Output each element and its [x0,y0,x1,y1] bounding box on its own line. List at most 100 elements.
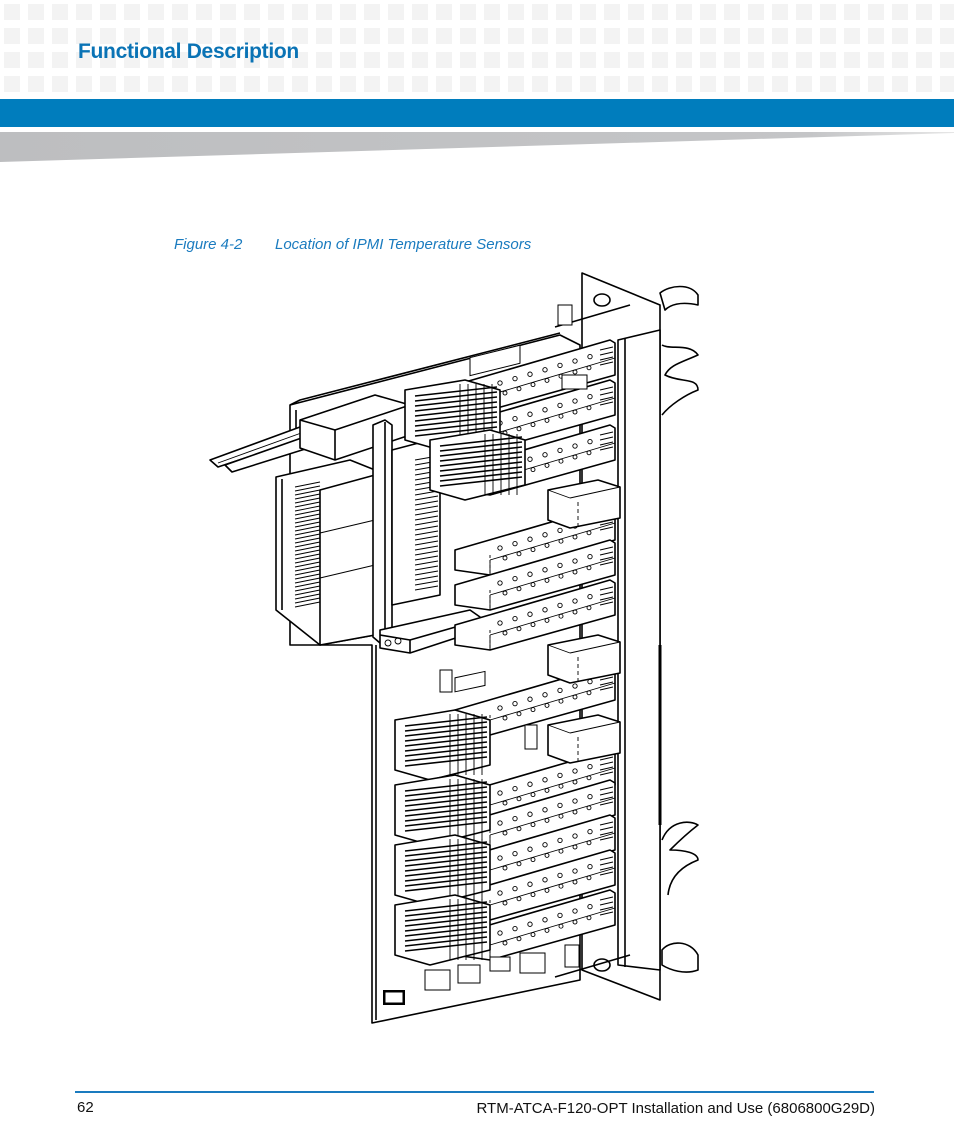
header-pattern-square [940,52,954,68]
header-pattern-square [388,76,404,92]
header-pattern-square [724,4,740,20]
header-pattern-square [724,76,740,92]
temperature-sensor-block [547,634,621,684]
header-pattern-square [532,28,548,44]
temperature-sensor-block [547,714,621,764]
header-pattern-square [340,52,356,68]
header-pattern-square [796,76,812,92]
header-pattern-square [604,52,620,68]
header-pattern-square [484,28,500,44]
header-blue-band [0,99,954,127]
figure-title: Location of IPMI Temperature Sensors [275,236,532,253]
ejector-handle-bottom [661,821,699,973]
header-pattern-square [4,52,20,68]
header-pattern-square [940,76,954,92]
header-pattern-square [316,76,332,92]
header-pattern-square [148,76,164,92]
header-pattern-square [604,28,620,44]
component-u7 [519,952,546,974]
header-pattern-square [916,4,932,20]
header-pattern-square [4,76,20,92]
component-u5 [424,969,451,991]
header-pattern-square [124,76,140,92]
header-pattern-square [172,76,188,92]
header-pattern-square [748,52,764,68]
header-pattern-square [676,52,692,68]
header-pattern-square [748,4,764,20]
header-pattern-square [28,28,44,44]
header-pattern-square [436,4,452,20]
header-pattern-square [4,28,20,44]
temperature-sensor-block [547,479,621,529]
header-pattern-square [76,76,92,92]
header-pattern-square [868,28,884,44]
figure-number: Figure 4-2 [174,236,243,253]
header-pattern-square [820,4,836,20]
header-pattern-square [676,4,692,20]
header-pattern-square [892,28,908,44]
header-pattern-square [340,4,356,20]
header-pattern-square [100,4,116,20]
header-pattern-square [412,28,428,44]
header-pattern-square [508,4,524,20]
board-illustration [209,272,699,1024]
header-pattern-square [796,52,812,68]
backplane-connector [275,459,376,646]
header-pattern-square [868,52,884,68]
header-gray-wedge [0,132,954,162]
header-pattern-square [676,28,692,44]
header-pattern-square [196,76,212,92]
ejector-handle-top [659,285,699,416]
header-pattern-square [628,52,644,68]
header-pattern-square [364,76,380,92]
header-pattern-square [940,28,954,44]
header-pattern-square [580,4,596,20]
header-pattern-square [388,52,404,68]
header-pattern-square [364,52,380,68]
header-pattern-square [220,76,236,92]
figure-caption: Figure 4-2 Location of IPMI Temperature S… [174,236,531,253]
footer-rule [75,1091,874,1093]
component-u8 [489,956,511,972]
stiffener-bar [372,419,393,644]
header-pattern-square [532,52,548,68]
header-pattern-square [844,76,860,92]
header-pattern-square [52,52,68,68]
header-pattern-square [484,52,500,68]
header-pattern-square [700,52,716,68]
header-pattern-square [28,4,44,20]
header-pattern-square [364,4,380,20]
header-pattern-square [76,4,92,20]
header-pattern-square [916,76,932,92]
component-u9 [564,944,580,968]
header-pattern-square [676,76,692,92]
header-pattern-square [460,28,476,44]
header-pattern-square [52,76,68,92]
header-pattern-square [628,28,644,44]
header-pattern-square [868,4,884,20]
header-pattern-square [268,4,284,20]
header-pattern-square [556,4,572,20]
header-pattern-square [700,4,716,20]
header-pattern-square [772,76,788,92]
header-pattern-square [724,52,740,68]
header-pattern-square [652,76,668,92]
header-pattern-square [364,28,380,44]
header-pattern-square [916,28,932,44]
header-pattern-square [652,52,668,68]
header-pattern-square [100,76,116,92]
header-pattern-square [772,52,788,68]
header-pattern-square [388,28,404,44]
header-pattern-square [28,76,44,92]
header-pattern-square [604,4,620,20]
header-pattern-square [844,52,860,68]
header-pattern-square [820,52,836,68]
header-pattern-square [724,28,740,44]
header-pattern-square [916,52,932,68]
header-pattern-square [484,4,500,20]
header-pattern-square [508,28,524,44]
header-pattern-square [148,4,164,20]
header-pattern-square [580,76,596,92]
header-pattern-square [292,76,308,92]
header-pattern-square [436,76,452,92]
